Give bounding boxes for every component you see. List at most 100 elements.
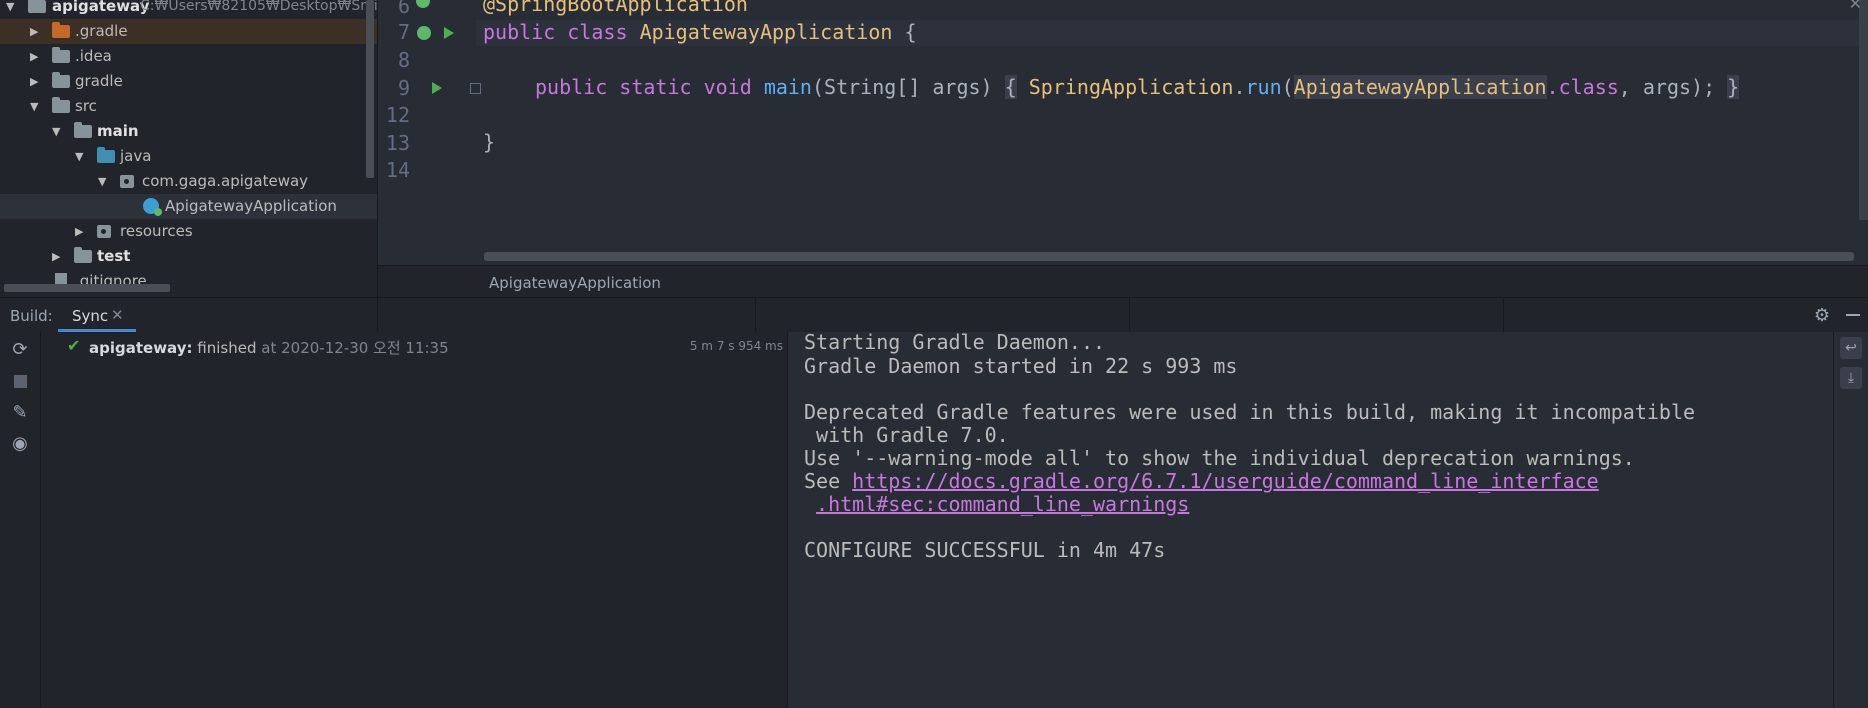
tree-item-gradle-cache[interactable]: ▶ .gradle xyxy=(0,19,377,44)
tree-item-label: ApigatewayApplication xyxy=(165,197,337,215)
package-icon xyxy=(120,175,134,188)
brace-token: { xyxy=(904,20,917,44)
divider xyxy=(755,298,756,332)
folder-icon xyxy=(74,122,92,138)
keyword-token: void xyxy=(703,75,752,99)
tree-root-apigateway[interactable]: ▼ apigateway C:₩Users₩82105₩Desktop₩Smil… xyxy=(0,0,377,19)
chevron-right-icon[interactable]: ▶ xyxy=(75,219,87,244)
gear-icon[interactable]: ⚙ xyxy=(1814,305,1830,326)
tree-item-resources[interactable]: ▶ resources xyxy=(0,219,377,244)
scroll-to-end-icon[interactable]: ⤓ xyxy=(1840,367,1862,389)
pin-icon[interactable]: ✎ xyxy=(10,402,30,423)
docs-link[interactable]: https://docs.gradle.org/6.7.1/userguide/… xyxy=(852,469,1599,493)
eye-icon[interactable]: ◉ xyxy=(10,433,30,454)
tree-item-label: resources xyxy=(120,222,193,240)
console-line: See https://docs.gradle.org/6.7.1/usergu… xyxy=(804,469,1599,493)
keyword-token: .class xyxy=(1546,75,1619,99)
console-line: CONFIGURE SUCCESSFUL in 4m 47s xyxy=(804,538,1166,562)
run-icon[interactable] xyxy=(444,27,454,39)
folder-icon xyxy=(52,47,70,63)
line-number: 8 xyxy=(397,48,410,72)
line-number: 13 xyxy=(385,131,410,155)
line-number: 12 xyxy=(385,103,410,127)
chevron-right-icon[interactable]: ▶ xyxy=(52,244,64,269)
chevron-down-icon[interactable]: ▼ xyxy=(52,119,64,144)
line-number: 14 xyxy=(385,158,410,182)
chevron-down-icon[interactable]: ▼ xyxy=(30,94,42,119)
soft-wrap-icon[interactable]: ↩ xyxy=(1840,337,1862,359)
build-results-tree: ✔ apigateway: finished at 2020-12-30 오전 … xyxy=(41,332,788,708)
build-result-item[interactable]: apigateway: finished at 2020-12-30 오전 11… xyxy=(89,337,449,358)
tree-item-main[interactable]: ▼ main xyxy=(0,119,377,144)
folder-icon xyxy=(52,72,70,88)
tree-item-label: .gradle xyxy=(75,22,128,40)
tree-item-label: test xyxy=(97,247,131,265)
close-icon[interactable]: ✕ xyxy=(1849,0,1862,13)
folded-brace[interactable]: } xyxy=(1727,75,1740,99)
class-name-token: ApigatewayApplication xyxy=(639,20,893,44)
code-line-7: public class ApigatewayApplication { xyxy=(483,20,917,44)
build-timestamp: at 2020-12-30 오전 11:35 xyxy=(261,339,449,357)
resources-folder-icon xyxy=(97,225,111,238)
divider xyxy=(377,298,378,332)
console-see-text: See xyxy=(804,469,853,493)
tree-item-test[interactable]: ▶ test xyxy=(0,244,377,269)
sync-icon[interactable]: ⟳ xyxy=(10,339,30,360)
paren-token: ( xyxy=(1281,75,1294,99)
run-icon[interactable] xyxy=(432,82,442,94)
tree-item-java[interactable]: ▼ java xyxy=(0,144,377,169)
chevron-right-icon[interactable]: ▶ xyxy=(30,44,42,69)
close-tab-icon[interactable]: ✕ xyxy=(111,306,124,324)
minimize-icon[interactable] xyxy=(1846,304,1860,324)
chevron-down-icon[interactable]: ▼ xyxy=(6,0,18,19)
tree-item-idea[interactable]: ▶ .idea xyxy=(0,44,377,69)
folded-brace[interactable]: { xyxy=(1004,75,1017,99)
build-duration: 5 m 7 s 954 ms xyxy=(689,339,783,353)
tree-item-label: .idea xyxy=(75,47,112,65)
breadcrumb-item[interactable]: ApigatewayApplication xyxy=(489,274,661,292)
tree-root-label: apigateway xyxy=(52,0,150,15)
divider xyxy=(1503,298,1504,332)
tree-horizontal-scrollbar[interactable] xyxy=(4,284,170,292)
chevron-right-icon[interactable]: ▶ xyxy=(30,69,42,94)
build-status: finished xyxy=(197,339,257,357)
tree-item-gradle[interactable]: ▶ gradle xyxy=(0,69,377,94)
console-line: Gradle Daemon started in 22 s 993 ms xyxy=(804,354,1238,378)
tab-sync[interactable]: Sync ✕ xyxy=(58,298,136,332)
chevron-down-icon[interactable]: ▼ xyxy=(98,169,110,194)
build-project-name: apigateway: xyxy=(89,339,193,357)
tree-item-label: main xyxy=(97,122,139,140)
tree-vertical-scrollbar[interactable] xyxy=(366,0,374,178)
docs-link-continued[interactable]: .html#sec:command_line_warnings xyxy=(816,492,1189,516)
build-console[interactable]: Starting Gradle Daemon... Gradle Daemon … xyxy=(788,330,1834,708)
fold-icon[interactable] xyxy=(470,83,481,94)
tree-item-package[interactable]: ▼ com.gaga.apigateway xyxy=(0,169,377,194)
keyword-token: public xyxy=(535,75,608,99)
folder-icon xyxy=(52,97,70,113)
editor-vertical-scrollbar[interactable] xyxy=(1859,0,1868,220)
params-token: (String[] args) xyxy=(811,75,993,99)
build-toolbar: ⟳ ✎ ◉ xyxy=(0,332,41,708)
code-editor[interactable]: 6 7 8 9 12 13 14 @SpringBootApplication … xyxy=(378,0,1868,265)
brace-token: } xyxy=(483,130,496,154)
line-number: 9 xyxy=(397,76,410,100)
code-line-9: public static void main(String[] args) {… xyxy=(535,75,1740,99)
check-icon: ✔ xyxy=(67,336,81,355)
spring-bean-icon[interactable] xyxy=(416,0,430,8)
editor-horizontal-scrollbar[interactable] xyxy=(484,252,1854,261)
spring-bean-icon[interactable] xyxy=(417,26,431,40)
folder-icon xyxy=(52,22,70,38)
folder-icon xyxy=(97,147,115,163)
keyword-token: public xyxy=(483,20,556,44)
breadcrumb: ApigatewayApplication xyxy=(378,265,1868,298)
method-name-token: main xyxy=(763,75,812,99)
build-label: Build: xyxy=(10,307,53,325)
stop-icon[interactable] xyxy=(14,375,27,388)
chevron-right-icon[interactable]: ▶ xyxy=(30,19,42,44)
tree-root-path: C:₩Users₩82105₩Desktop₩SmileG xyxy=(140,0,377,14)
chevron-down-icon[interactable]: ▼ xyxy=(75,144,87,169)
editor-gutter: 6 7 8 9 12 13 14 xyxy=(378,0,481,265)
class-name-token: ApigatewayApplication xyxy=(1293,75,1547,99)
tree-item-src[interactable]: ▼ src xyxy=(0,94,377,119)
tree-item-apigateway-application[interactable]: ApigatewayApplication xyxy=(0,194,377,219)
